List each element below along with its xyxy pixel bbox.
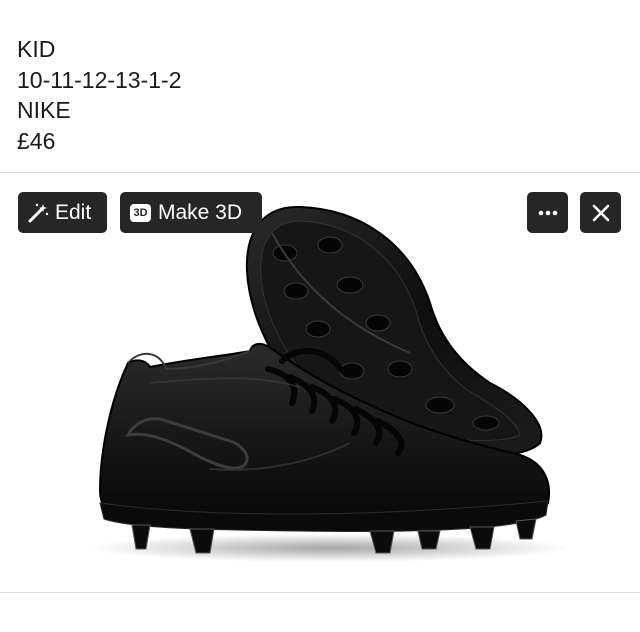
edit-button[interactable]: Edit (18, 192, 107, 233)
listing-category: KID (17, 36, 56, 62)
product-photo[interactable] (0, 173, 640, 592)
close-icon (592, 204, 610, 222)
close-button[interactable] (580, 192, 621, 233)
magic-wand-icon (27, 202, 49, 224)
more-options-button[interactable] (527, 192, 568, 233)
edit-label: Edit (55, 200, 92, 224)
make-3d-button[interactable]: 3D Make 3D (120, 192, 262, 233)
listing-price: £46 (17, 127, 56, 154)
listing-sizes: 10-11-12-13-1-2 (17, 66, 182, 93)
ellipsis-icon (538, 210, 558, 216)
make-3d-label: Make 3D (158, 200, 243, 224)
listing-brand: NIKE (17, 97, 71, 123)
football-boots-image (90, 205, 570, 562)
listing-description: KID 10-11-12-13-1-2 NIKE £46 (17, 34, 182, 156)
divider-bottom (0, 592, 640, 593)
3d-badge-icon: 3D (130, 203, 151, 222)
